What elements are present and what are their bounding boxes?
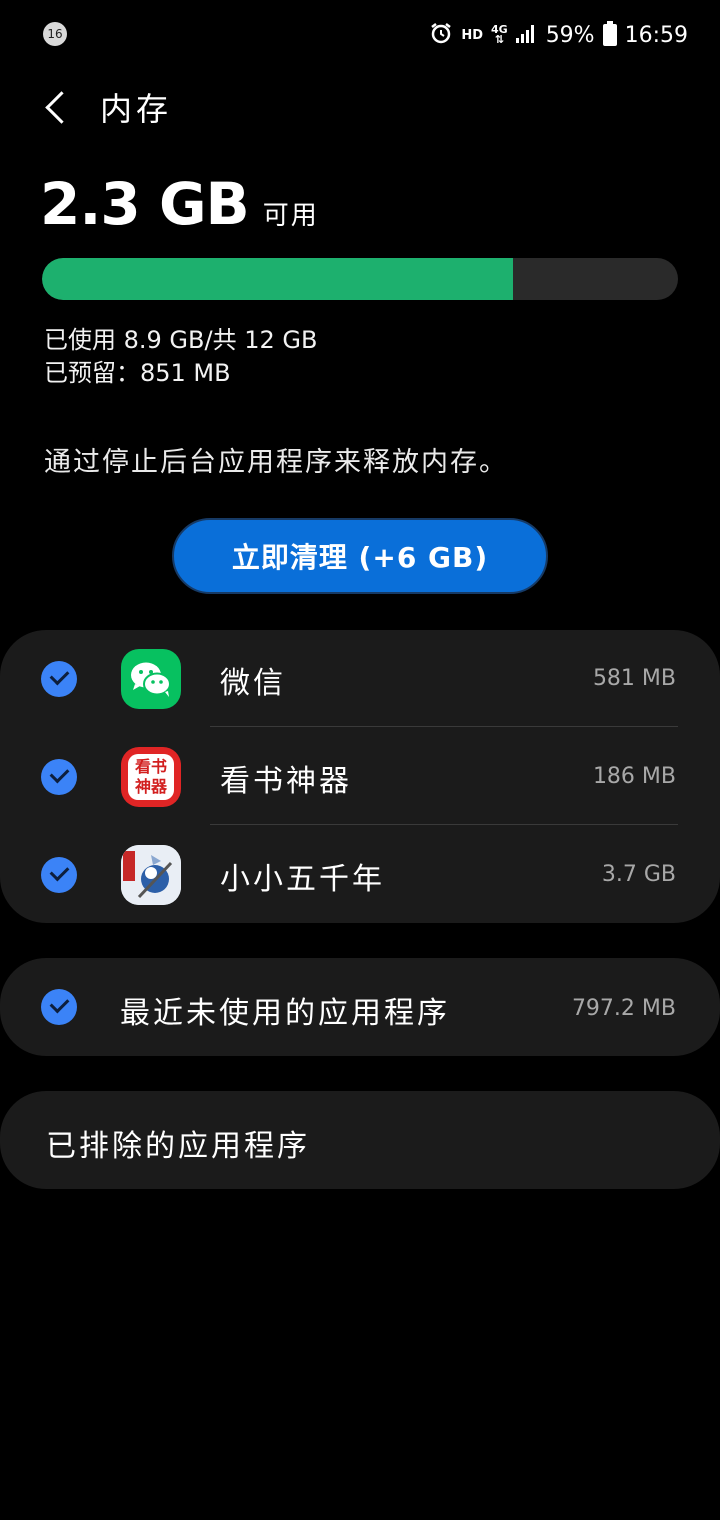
divider (210, 726, 678, 727)
reserved-memory-text: 已预留：851 MB (44, 359, 231, 387)
app-size: 186 MB (592, 764, 676, 789)
network-type-label: 4G (491, 23, 508, 36)
app-name: 看书神器 (220, 764, 352, 799)
checkbox-checked-icon[interactable] (41, 989, 77, 1025)
checkbox-checked-icon[interactable] (41, 857, 77, 893)
memory-available: 2.3 GB 可用 (40, 170, 319, 238)
app-size: 581 MB (592, 666, 676, 691)
app-name: 微信 (220, 666, 286, 701)
clean-now-button[interactable]: 立即清理 (+6 GB) (172, 518, 548, 594)
memory-usage-bar (42, 258, 678, 300)
recent-unused-apps-row[interactable]: 最近未使用的应用程序 797.2 MB (0, 958, 720, 1056)
hint-text: 通过停止后台应用程序来释放内存。 (44, 447, 508, 478)
status-bar: 16 HD 4G ⇅ 59% 16:59 (0, 0, 720, 70)
network-type-indicator: 4G ⇅ (491, 23, 508, 46)
back-button[interactable] (30, 82, 80, 132)
app-header: 内存 (0, 70, 720, 140)
recent-unused-size: 797.2 MB (571, 996, 676, 1021)
used-memory-text: 已使用 8.9 GB/共 12 GB (44, 326, 318, 354)
battery-percent: 59% (545, 22, 595, 48)
hd-indicator: HD (461, 27, 483, 43)
notification-badge: 16 (43, 22, 67, 46)
app-row-xiaoxiao[interactable]: 小小五千年 3.7 GB (0, 826, 720, 924)
app-row-kanshu[interactable]: 看书 神器 看书神器 186 MB (0, 728, 720, 826)
page-title: 内存 (100, 90, 173, 128)
recent-unused-label: 最近未使用的应用程序 (120, 996, 450, 1031)
memory-usage-fill (42, 258, 513, 300)
available-label: 可用 (262, 201, 319, 231)
checkbox-checked-icon[interactable] (41, 661, 77, 697)
signal-icon (515, 23, 538, 47)
available-value: 2.3 GB (40, 170, 250, 238)
status-icons: HD 4G ⇅ 59% 16:59 (429, 20, 688, 50)
xiaoxiao-icon (121, 845, 181, 905)
alarm-icon (429, 21, 453, 49)
divider (210, 824, 678, 825)
kanshu-logo: 看书 神器 (128, 754, 174, 800)
running-apps-card: 微信 581 MB 看书 神器 看书神器 186 MB 小小五千年 3.7 GB (0, 630, 720, 923)
excluded-apps-label: 已排除的应用程序 (46, 1129, 310, 1164)
app-name: 小小五千年 (220, 862, 385, 897)
clock: 16:59 (624, 22, 688, 48)
checkbox-checked-icon[interactable] (41, 759, 77, 795)
app-row-wechat[interactable]: 微信 581 MB (0, 630, 720, 728)
kanshu-icon: 看书 神器 (121, 747, 181, 807)
app-size: 3.7 GB (601, 862, 676, 887)
excluded-apps-row[interactable]: 已排除的应用程序 (0, 1091, 720, 1189)
wechat-icon (121, 649, 181, 709)
battery-icon (602, 21, 617, 46)
